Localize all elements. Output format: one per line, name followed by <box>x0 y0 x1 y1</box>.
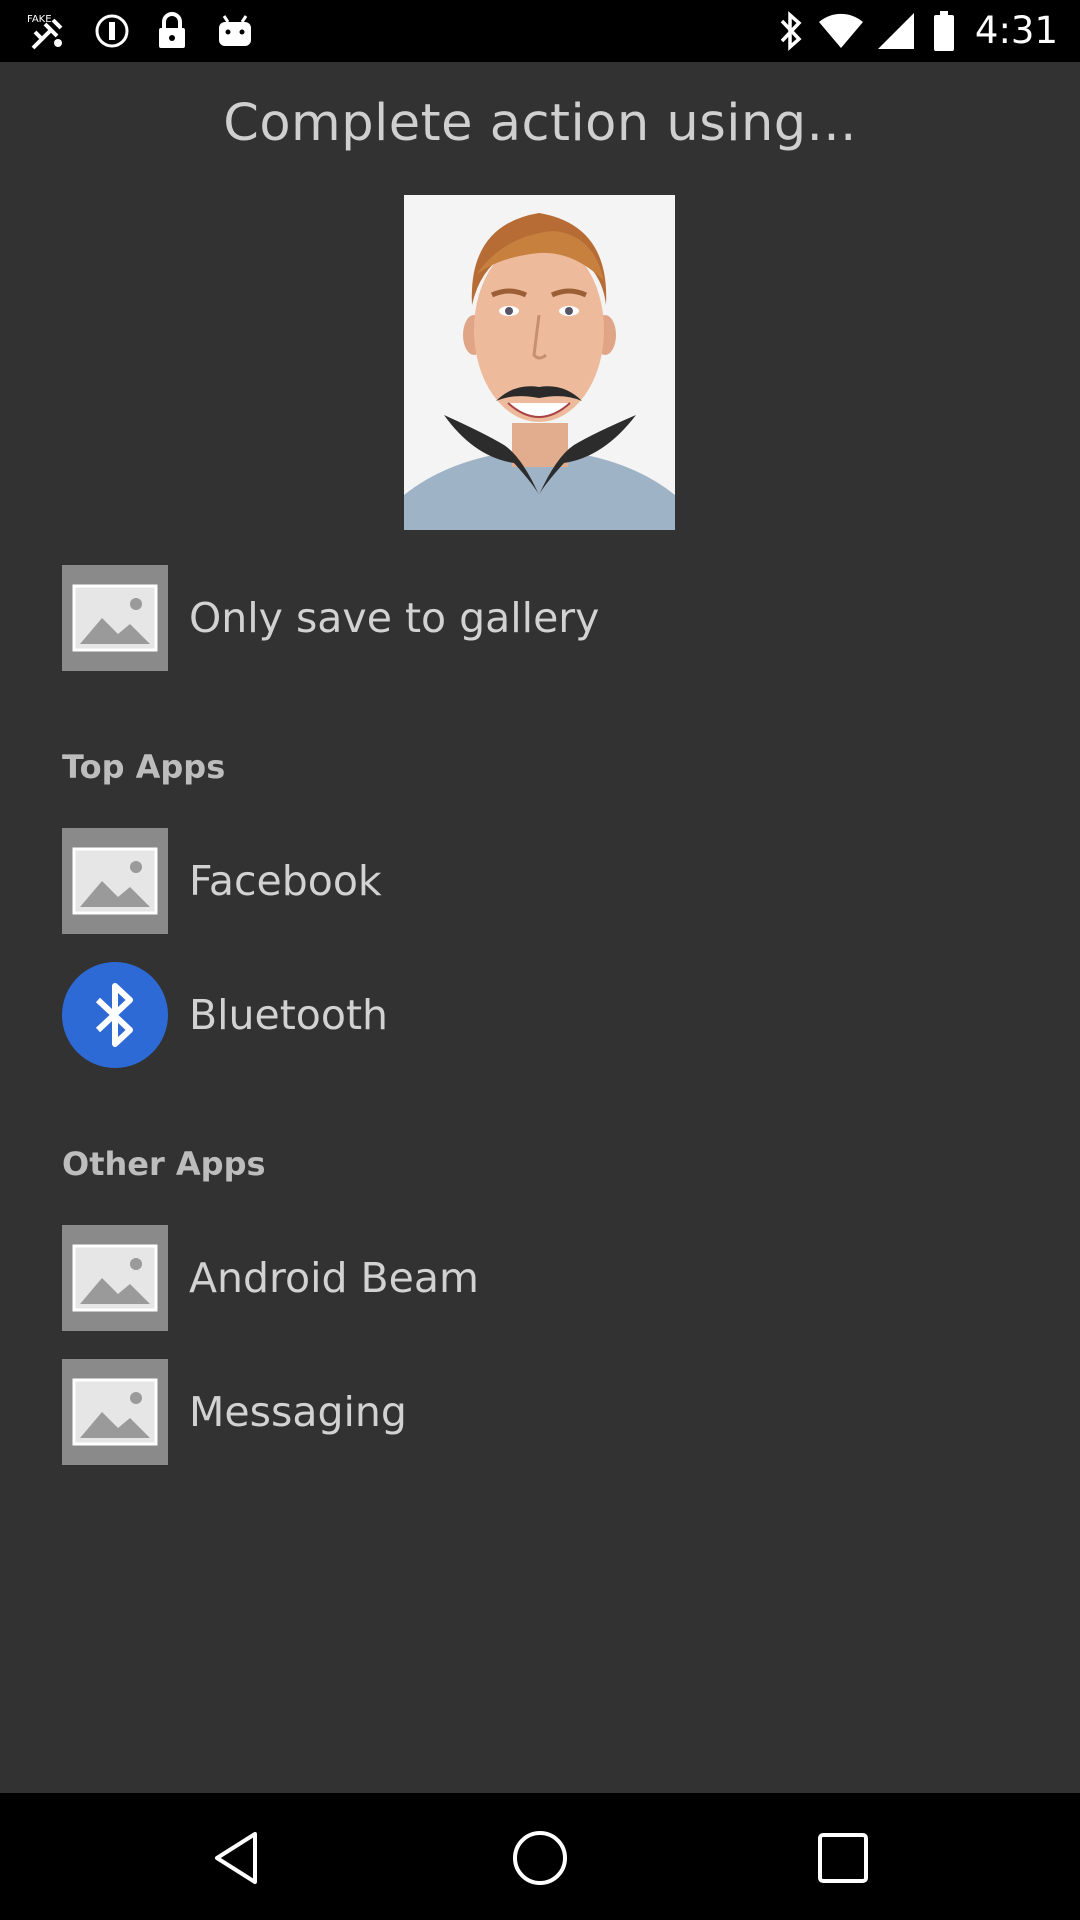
back-icon[interactable] <box>201 1823 271 1893</box>
home-icon[interactable] <box>505 1823 575 1893</box>
image-placeholder-icon <box>62 1359 168 1465</box>
status-bar: FAKE 4:31 <box>0 0 1080 62</box>
wifi-icon <box>816 10 866 52</box>
bluetooth-icon <box>776 10 806 52</box>
app-item-bluetooth[interactable]: Bluetooth <box>62 962 1022 1068</box>
chooser-dialog: Complete action using... Only save to ga… <box>0 62 1080 1793</box>
bluetooth-icon <box>62 962 168 1068</box>
app-item-messaging[interactable]: Messaging <box>62 1359 1022 1465</box>
recents-icon[interactable] <box>808 1823 878 1893</box>
image-placeholder-icon <box>62 565 168 671</box>
option-label: Only save to gallery <box>189 594 600 642</box>
app-label: Facebook <box>189 857 382 905</box>
section-header-top-apps: Top Apps <box>62 748 226 786</box>
image-placeholder-icon <box>62 1225 168 1331</box>
battery-icon <box>932 10 956 52</box>
dialog-title: Complete action using... <box>223 94 857 153</box>
app-item-facebook[interactable]: Facebook <box>62 828 1022 934</box>
android-icon <box>214 10 256 52</box>
svg-text:FAKE: FAKE <box>27 14 52 25</box>
app-label: Bluetooth <box>189 991 389 1039</box>
app-label: Messaging <box>189 1388 407 1436</box>
app-label: Android Beam <box>189 1254 479 1302</box>
app-item-android-beam[interactable]: Android Beam <box>62 1225 1022 1331</box>
navigation-bar <box>0 1793 1080 1920</box>
cellular-icon <box>874 10 918 52</box>
fake-gps-icon: FAKE <box>24 10 70 52</box>
option-save-to-gallery[interactable]: Only save to gallery <box>62 565 1022 671</box>
lock-icon <box>154 10 190 52</box>
section-header-other-apps: Other Apps <box>62 1145 266 1183</box>
status-time: 4:31 <box>974 9 1058 52</box>
circle-alert-icon <box>92 10 132 52</box>
preview-image <box>404 195 675 530</box>
image-placeholder-icon <box>62 828 168 934</box>
